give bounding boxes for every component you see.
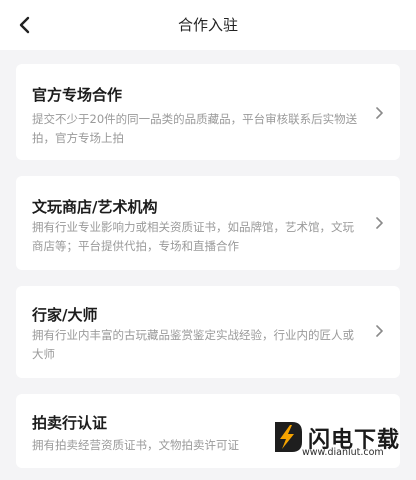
card-title: 官方专场合作: [32, 86, 123, 104]
top-nav-bar: 合作入驻: [0, 0, 416, 50]
chevron-right-icon: [376, 107, 383, 119]
chevron-right-icon: [376, 325, 383, 337]
watermark: 闪电下载 www.dianlut.com: [268, 414, 408, 464]
chevron-right-icon: [376, 217, 383, 229]
card-description: 拥有行业专业影响力或相关资质证书，如品牌馆，艺术馆，文玩商店等；平台提供代拍，专…: [32, 220, 354, 253]
card-description: 提交不少于20件的同一品类的品质藏品，平台审核联系后实物送拍，官方专场上拍: [32, 112, 358, 145]
lightning-logo-icon: [275, 422, 302, 452]
page-title: 合作入驻: [177, 16, 238, 34]
card-description: 拥有行业内丰富的古玩藏品鉴赏鉴定实战经验，行业内的匠人或大师: [32, 328, 354, 361]
card-official-session[interactable]: 官方专场合作 提交不少于20件的同一品类的品质藏品，平台审核联系后实物送拍，官方…: [16, 64, 400, 160]
card-expert-master[interactable]: 行家/大师 拥有行业内丰富的古玩藏品鉴赏鉴定实战经验，行业内的匠人或大师: [16, 286, 400, 378]
card-title: 行家/大师: [32, 306, 98, 324]
card-title: 文玩商店/艺术机构: [32, 198, 158, 216]
card-shop-institution[interactable]: 文玩商店/艺术机构 拥有行业专业影响力或相关资质证书，如品牌馆，艺术馆，文玩商店…: [16, 176, 400, 270]
card-title: 拍卖行认证: [32, 414, 108, 432]
watermark-url: www.dianlut.com: [302, 447, 384, 458]
